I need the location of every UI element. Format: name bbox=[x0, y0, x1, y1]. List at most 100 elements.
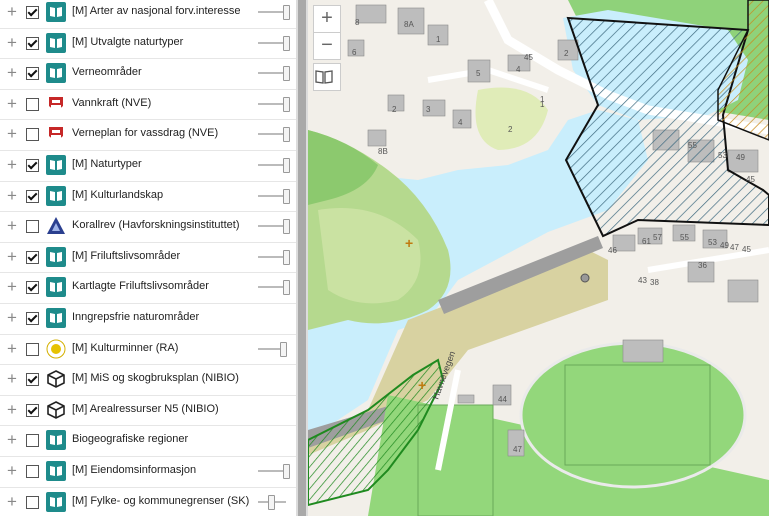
cultural-heritage-marker[interactable]: + bbox=[418, 377, 426, 393]
expand-icon[interactable]: + bbox=[5, 493, 19, 510]
expand-icon[interactable]: + bbox=[5, 217, 19, 234]
house-number-label: 4 bbox=[516, 65, 521, 74]
opacity-slider[interactable] bbox=[258, 494, 290, 510]
opacity-slider[interactable] bbox=[258, 35, 290, 51]
expand-icon[interactable]: + bbox=[5, 340, 19, 357]
layer-checkbox[interactable] bbox=[26, 434, 39, 448]
layer-row[interactable]: + [M] MiS og skogbruksplan (NIBIO) bbox=[0, 365, 296, 396]
layer-checkbox[interactable] bbox=[26, 97, 39, 111]
slider-handle[interactable] bbox=[283, 66, 290, 82]
house-number-label: 3 bbox=[426, 105, 431, 114]
layer-checkbox[interactable] bbox=[26, 6, 39, 19]
opacity-slider[interactable] bbox=[258, 249, 290, 265]
cultural-heritage-marker[interactable]: + bbox=[405, 235, 413, 251]
layer-name: Korallrev (Havforskningsinstituttet) bbox=[72, 219, 240, 232]
layer-checkbox[interactable] bbox=[26, 36, 39, 50]
layer-checkbox[interactable] bbox=[26, 495, 39, 509]
layer-checkbox[interactable] bbox=[26, 250, 39, 264]
legend-book-button[interactable] bbox=[313, 63, 341, 91]
expand-icon[interactable]: + bbox=[5, 401, 19, 418]
opacity-slider[interactable] bbox=[258, 157, 290, 173]
slider-handle[interactable] bbox=[283, 249, 290, 265]
layer-checkbox[interactable] bbox=[26, 281, 39, 295]
layer-row[interactable]: + Verneområder bbox=[0, 59, 296, 90]
layer-row[interactable]: + Korallrev (Havforskningsinstituttet) bbox=[0, 212, 296, 243]
slider-handle[interactable] bbox=[283, 127, 290, 143]
opacity-slider[interactable] bbox=[258, 279, 290, 296]
expand-icon[interactable]: + bbox=[5, 462, 19, 479]
layer-row[interactable]: + [M] Naturtyper bbox=[0, 151, 296, 182]
layer-row[interactable]: + [M] Eiendomsinformasjon bbox=[0, 457, 296, 488]
slider-handle[interactable] bbox=[283, 464, 290, 479]
opacity-slider[interactable] bbox=[258, 65, 290, 82]
opacity-slider[interactable] bbox=[258, 188, 290, 204]
layer-row[interactable]: + [M] Kulturlandskap bbox=[0, 182, 296, 213]
house-number-label: 47 bbox=[730, 243, 739, 252]
zoom-out-button[interactable]: − bbox=[313, 32, 341, 60]
layer-name: Verneområder bbox=[72, 66, 142, 79]
opacity-slider[interactable] bbox=[258, 96, 290, 112]
layer-list-panel: + [M] Arter av nasjonal forv.interesse + [M… bbox=[0, 0, 296, 516]
layer-name: [M] Naturtyper bbox=[72, 158, 142, 170]
expand-icon[interactable]: + bbox=[5, 156, 19, 173]
layer-row[interactable]: + [M] Utvalgte naturtyper bbox=[0, 29, 296, 60]
layer-checkbox[interactable] bbox=[26, 403, 39, 417]
layer-checkbox[interactable] bbox=[26, 159, 39, 172]
layer-checkbox[interactable] bbox=[26, 67, 39, 81]
house-number-label: 49 bbox=[736, 153, 745, 162]
slider-handle[interactable] bbox=[283, 188, 290, 204]
layer-row[interactable]: + Biogeografiske regioner bbox=[0, 426, 296, 457]
layer-checkbox[interactable] bbox=[26, 465, 39, 478]
expand-icon[interactable]: + bbox=[5, 370, 19, 387]
opacity-slider[interactable] bbox=[258, 218, 290, 235]
house-number-label: 49 bbox=[720, 241, 729, 250]
layer-checkbox[interactable] bbox=[26, 373, 39, 387]
slider-handle[interactable] bbox=[283, 219, 290, 235]
layer-row[interactable]: + [M] Kulturminner (RA) bbox=[0, 335, 296, 366]
house-number-label: 36 bbox=[698, 261, 707, 270]
layer-row[interactable]: + Verneplan for vassdrag (NVE) bbox=[0, 120, 296, 151]
slider-handle[interactable] bbox=[283, 5, 290, 20]
slider-handle[interactable] bbox=[268, 494, 275, 510]
expand-icon[interactable]: + bbox=[5, 187, 19, 204]
layer-checkbox[interactable] bbox=[26, 220, 39, 234]
slider-handle[interactable] bbox=[280, 341, 287, 357]
expand-icon[interactable]: + bbox=[5, 278, 19, 295]
house-number-label: 2 bbox=[508, 125, 513, 134]
expand-icon[interactable]: + bbox=[5, 248, 19, 265]
layer-row[interactable]: + [M] Fylke- og kommunegrenser (SK) bbox=[0, 488, 296, 516]
slider-handle[interactable] bbox=[283, 280, 290, 296]
expand-icon[interactable]: + bbox=[5, 431, 19, 448]
layer-row[interactable]: + Kartlagte Friluftslivsområder bbox=[0, 273, 296, 304]
expand-icon[interactable]: + bbox=[5, 309, 19, 326]
layer-row[interactable]: + Vannkraft (NVE) bbox=[0, 90, 296, 121]
map-view[interactable]: + + 8 8A 1 6 5 4 2 2 4 3 1 8B 2 55 53 49 45 46 61 57 55 53 49 4… bbox=[308, 0, 769, 516]
layer-checkbox[interactable] bbox=[26, 189, 39, 203]
slider-handle[interactable] bbox=[283, 35, 290, 51]
slider-handle[interactable] bbox=[283, 96, 290, 112]
layer-row[interactable]: + [M] Friluftslivsområder bbox=[0, 243, 296, 274]
zoom-in-button[interactable]: + bbox=[313, 5, 341, 33]
slider-handle[interactable] bbox=[283, 158, 290, 173]
layer-checkbox[interactable] bbox=[26, 128, 39, 142]
expand-icon[interactable]: + bbox=[5, 95, 19, 112]
layer-row[interactable]: + Inngrepsfrie naturområder bbox=[0, 304, 296, 335]
house-number-label: 55 bbox=[688, 141, 697, 150]
layer-checkbox[interactable] bbox=[26, 342, 39, 356]
expand-icon[interactable]: + bbox=[5, 3, 19, 20]
football-pitch-west bbox=[417, 404, 494, 516]
expand-icon[interactable]: + bbox=[5, 34, 19, 51]
opacity-slider[interactable] bbox=[258, 4, 290, 20]
book-icon bbox=[315, 70, 333, 84]
opacity-slider[interactable] bbox=[258, 463, 290, 479]
layer-row[interactable]: + [M] Arealressurser N5 (NIBIO) bbox=[0, 396, 296, 427]
opacity-slider[interactable] bbox=[258, 341, 290, 357]
opacity-slider[interactable] bbox=[258, 126, 290, 143]
layer-checkbox[interactable] bbox=[26, 312, 39, 325]
scrollbar-thumb[interactable] bbox=[298, 0, 306, 516]
point-marker[interactable] bbox=[580, 273, 590, 283]
expand-icon[interactable]: + bbox=[5, 64, 19, 81]
expand-icon[interactable]: + bbox=[5, 125, 19, 142]
map-canvas[interactable]: + + 8 8A165 4224318B25553 49454661 57 5553 49 4… bbox=[308, 0, 769, 516]
layer-row[interactable]: + [M] Arter av nasjonal forv.interesse bbox=[0, 0, 296, 29]
